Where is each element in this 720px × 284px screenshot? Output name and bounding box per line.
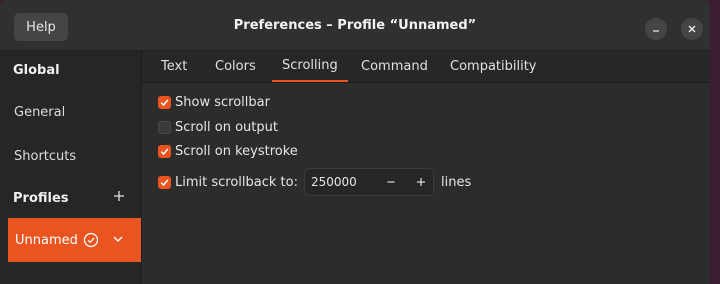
tab-colors[interactable]: Colors [215, 51, 256, 82]
scroll-on-keystroke-option[interactable]: Scroll on keystroke [158, 143, 298, 159]
scroll-on-keystroke-label: Scroll on keystroke [175, 143, 298, 159]
tab-bar: Text Colors Scrolling Command Compatibil… [142, 51, 710, 83]
scroll-on-output-checkbox[interactable] [158, 120, 171, 134]
limit-scrollback-label: Limit scrollback to: [175, 174, 298, 190]
chevron-down-icon[interactable] [112, 233, 124, 245]
add-profile-button[interactable] [110, 187, 128, 205]
profile-settings-panel: Text Colors Scrolling Command Compatibil… [142, 51, 710, 284]
scroll-on-output-option[interactable]: Scroll on output [158, 119, 278, 135]
check-circle-icon [83, 232, 99, 248]
increment-button[interactable] [411, 172, 431, 192]
sidebar: Global General Shortcuts Profiles Unname… [0, 51, 142, 284]
tab-compatibility[interactable]: Compatibility [450, 51, 537, 82]
decrement-button[interactable] [381, 172, 401, 192]
preferences-window: Help Preferences – Profile “Unnamed” Glo… [0, 0, 710, 284]
sidebar-heading-profiles: Profiles [13, 191, 69, 206]
checkmark-icon [160, 179, 169, 186]
minus-icon [387, 181, 395, 183]
show-scrollbar-option[interactable]: Show scrollbar [158, 94, 270, 110]
limit-scrollback-checkbox[interactable] [158, 175, 171, 189]
sidebar-item-profile-unnamed[interactable]: Unnamed [8, 218, 141, 262]
tab-text[interactable]: Text [161, 51, 187, 82]
minimize-button[interactable] [645, 18, 667, 40]
close-button[interactable] [681, 18, 703, 40]
minimize-icon [653, 30, 659, 32]
tab-scrolling[interactable]: Scrolling [272, 51, 348, 82]
sidebar-item-shortcuts[interactable]: Shortcuts [14, 149, 76, 164]
help-button[interactable]: Help [14, 13, 68, 41]
plus-icon [114, 191, 124, 201]
sidebar-heading-global: Global [13, 63, 60, 78]
window-title: Preferences – Profile “Unnamed” [233, 17, 477, 33]
checkmark-icon [160, 148, 169, 155]
title-bar: Help Preferences – Profile “Unnamed” [0, 0, 710, 51]
scrollback-unit-label: lines [441, 175, 472, 190]
show-scrollbar-checkbox[interactable] [158, 95, 171, 109]
scrollback-lines-spinbutton[interactable]: 250000 [304, 168, 434, 196]
sidebar-item-general[interactable]: General [14, 105, 65, 120]
scroll-on-output-label: Scroll on output [175, 119, 278, 135]
plus-icon [417, 178, 425, 186]
profile-name: Unnamed [15, 232, 78, 248]
scroll-on-keystroke-checkbox[interactable] [158, 144, 171, 158]
close-icon [688, 25, 696, 33]
scrollback-lines-value[interactable]: 250000 [311, 175, 357, 189]
show-scrollbar-label: Show scrollbar [175, 94, 270, 110]
checkmark-icon [160, 99, 169, 106]
tab-command[interactable]: Command [361, 51, 428, 82]
limit-scrollback-option[interactable]: Limit scrollback to: [158, 174, 298, 190]
